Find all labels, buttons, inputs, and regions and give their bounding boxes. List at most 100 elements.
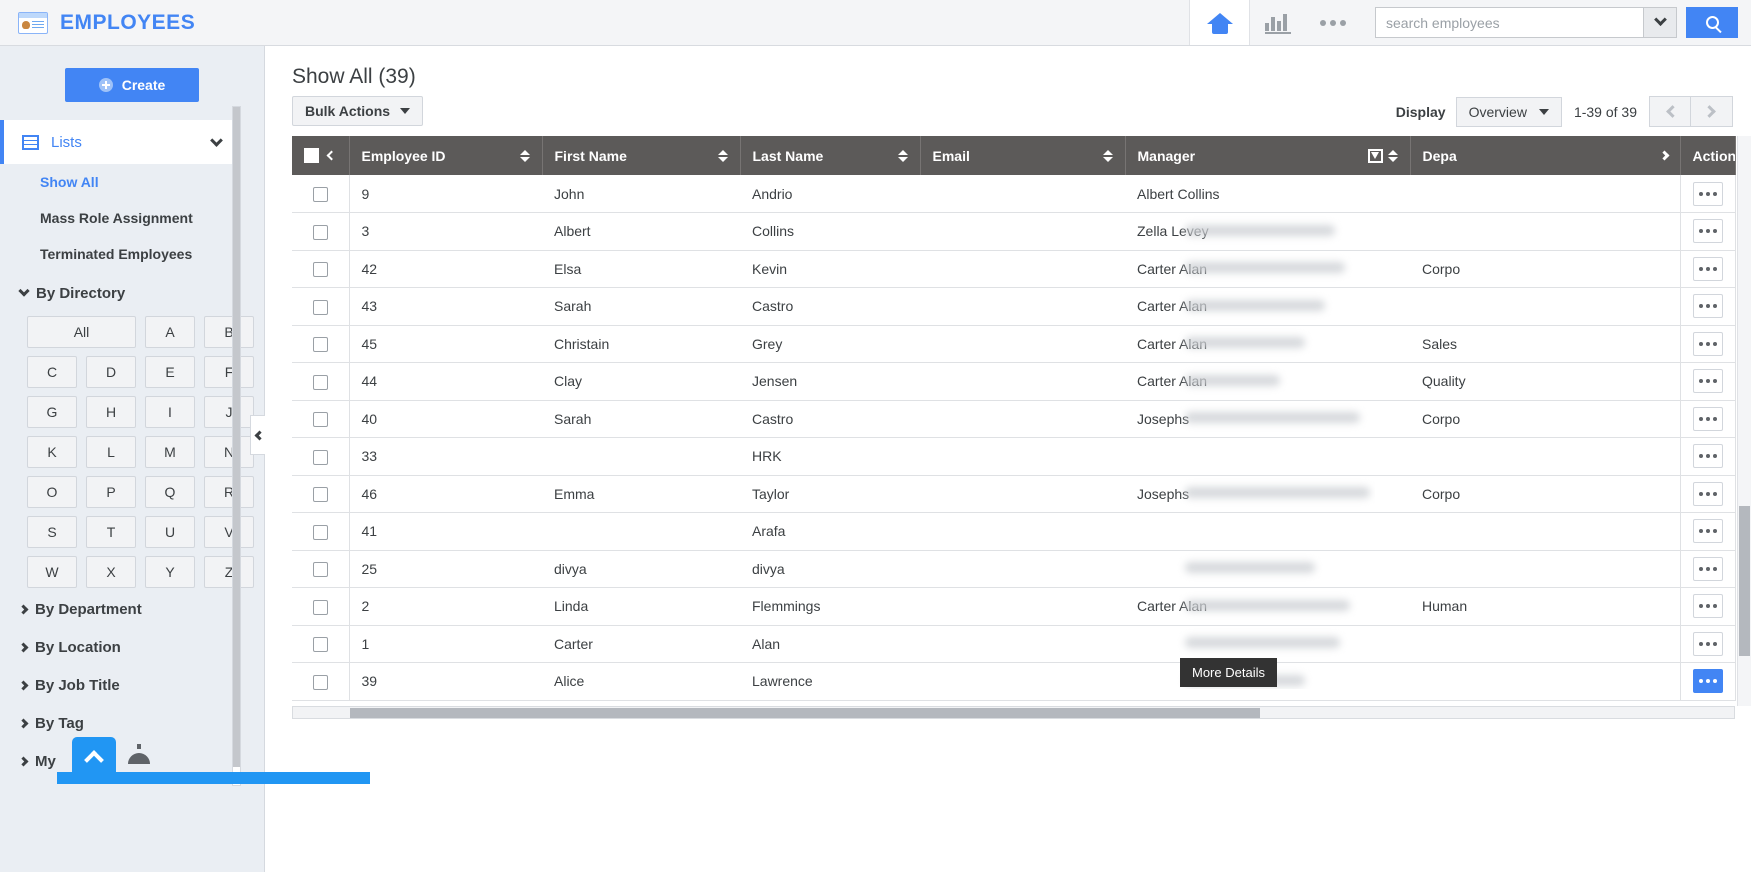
row-actions-cell[interactable] xyxy=(1679,475,1735,513)
filter-icon[interactable] xyxy=(1367,148,1383,163)
row-actions-button[interactable] xyxy=(1692,481,1723,506)
table-row[interactable]: 33 HRK xyxy=(292,437,1735,476)
row-actions-button[interactable] xyxy=(1692,556,1723,581)
row-actions-cell[interactable] xyxy=(1679,250,1735,288)
directory-letter-q[interactable]: Q xyxy=(145,476,195,508)
directory-letter-k[interactable]: K xyxy=(27,436,77,468)
sidebar-scrollbar[interactable] xyxy=(232,106,241,786)
row-actions-cell[interactable] xyxy=(1679,550,1735,588)
table-row[interactable]: 44 Clay Jensen Carter Alan Quality xyxy=(292,362,1735,401)
column-select-all[interactable] xyxy=(292,136,350,175)
table-row[interactable]: 9 John Andrio Albert Collins xyxy=(292,175,1735,213)
table-row[interactable]: 43 Sarah Castro Carter Alan xyxy=(292,287,1735,326)
sidebar-scrollbar-thumb[interactable] xyxy=(233,107,240,767)
chat-bubble-icon[interactable] xyxy=(128,742,150,764)
sidebar-group-by-directory[interactable]: By Directory xyxy=(0,276,264,310)
sort-icon[interactable] xyxy=(1102,149,1113,163)
directory-letter-j[interactable]: J xyxy=(204,396,254,428)
row-actions-button[interactable] xyxy=(1692,369,1723,394)
row-checkbox[interactable] xyxy=(312,412,328,428)
row-actions-button[interactable] xyxy=(1692,406,1723,431)
table-row[interactable]: 40 Sarah Castro Josephs Corpo xyxy=(292,400,1735,438)
column-header-last-name[interactable]: Last Name xyxy=(740,136,921,175)
column-header-department[interactable]: Depa xyxy=(1410,136,1681,175)
directory-letter-c[interactable]: C xyxy=(27,356,77,388)
row-actions-cell[interactable] xyxy=(1679,625,1735,663)
more-menu-button[interactable] xyxy=(1305,0,1361,45)
sidebar-section-lists[interactable]: Lists xyxy=(0,120,239,164)
home-button[interactable] xyxy=(1189,0,1249,45)
sidebar-group-by-location[interactable]: By Location xyxy=(0,630,264,664)
checkbox-icon[interactable] xyxy=(304,148,319,163)
row-select-cell[interactable] xyxy=(292,212,350,251)
directory-letter-i[interactable]: I xyxy=(145,396,195,428)
directory-letter-r[interactable]: R xyxy=(204,476,254,508)
directory-letter-x[interactable]: X xyxy=(86,556,136,588)
row-actions-button[interactable] xyxy=(1692,631,1723,656)
row-actions-button[interactable] xyxy=(1692,669,1723,694)
chevron-left-icon[interactable] xyxy=(326,150,337,161)
table-horizontal-scrollbar[interactable] xyxy=(292,706,1735,719)
directory-letter-t[interactable]: T xyxy=(86,516,136,548)
directory-letter-o[interactable]: O xyxy=(27,476,77,508)
reports-button[interactable] xyxy=(1249,0,1305,45)
row-select-cell[interactable] xyxy=(292,287,350,326)
column-header-first-name[interactable]: First Name xyxy=(542,136,741,175)
row-actions-cell[interactable] xyxy=(1679,212,1735,251)
row-select-cell[interactable] xyxy=(292,625,350,663)
search-scope-dropdown[interactable] xyxy=(1643,7,1677,38)
directory-letter-m[interactable]: M xyxy=(145,436,195,468)
row-actions-cell[interactable] xyxy=(1679,587,1735,626)
sidebar-item-show-all[interactable]: Show All xyxy=(0,164,264,200)
directory-letter-a[interactable]: A xyxy=(145,316,195,348)
row-actions-cell[interactable] xyxy=(1679,512,1735,551)
row-actions-cell[interactable] xyxy=(1679,662,1735,701)
row-actions-cell[interactable] xyxy=(1679,362,1735,401)
directory-letter-g[interactable]: G xyxy=(27,396,77,428)
row-select-cell[interactable] xyxy=(292,512,350,551)
row-select-cell[interactable] xyxy=(292,475,350,513)
directory-letter-y[interactable]: Y xyxy=(145,556,195,588)
table-row[interactable]: 3 Albert Collins Zella Levey xyxy=(292,212,1735,251)
directory-letter-z[interactable]: Z xyxy=(204,556,254,588)
row-actions-cell[interactable] xyxy=(1679,325,1735,363)
row-checkbox[interactable] xyxy=(312,449,328,465)
row-checkbox[interactable] xyxy=(312,186,328,202)
directory-letter-u[interactable]: U xyxy=(145,516,195,548)
row-checkbox[interactable] xyxy=(312,374,328,390)
table-row[interactable]: 41 Arafa xyxy=(292,512,1735,551)
row-checkbox[interactable] xyxy=(312,262,328,278)
row-checkbox[interactable] xyxy=(312,674,328,690)
directory-letter-s[interactable]: S xyxy=(27,516,77,548)
table-row[interactable]: 25 divya divya xyxy=(292,550,1735,588)
row-select-cell[interactable] xyxy=(292,400,350,438)
search-input[interactable] xyxy=(1375,7,1643,38)
row-select-cell[interactable] xyxy=(292,550,350,588)
pagination-prev-button[interactable] xyxy=(1649,96,1691,127)
sidebar-item-terminated-employees[interactable]: Terminated Employees xyxy=(0,236,264,272)
row-actions-cell[interactable] xyxy=(1679,287,1735,326)
sort-icon[interactable] xyxy=(717,149,728,163)
directory-letter-d[interactable]: D xyxy=(86,356,136,388)
row-checkbox[interactable] xyxy=(312,637,328,653)
row-checkbox[interactable] xyxy=(312,524,328,540)
directory-letter-w[interactable]: W xyxy=(27,556,77,588)
row-actions-button[interactable] xyxy=(1692,219,1723,244)
row-actions-button[interactable] xyxy=(1692,519,1723,544)
table-row[interactable]: 46 Emma Taylor Josephs Corpo xyxy=(292,475,1735,513)
row-checkbox[interactable] xyxy=(312,337,328,353)
directory-letter-all[interactable]: All xyxy=(27,316,136,348)
table-row[interactable]: 2 Linda Flemmings Carter Alan Human xyxy=(292,587,1735,626)
row-select-cell[interactable] xyxy=(292,175,350,213)
row-checkbox[interactable] xyxy=(312,224,328,240)
row-checkbox[interactable] xyxy=(312,487,328,503)
table-horizontal-scrollbar-thumb[interactable] xyxy=(350,708,1260,718)
row-checkbox[interactable] xyxy=(312,299,328,315)
pagination-next-button[interactable] xyxy=(1691,96,1733,127)
row-checkbox[interactable] xyxy=(312,562,328,578)
row-checkbox[interactable] xyxy=(312,599,328,615)
directory-letter-n[interactable]: N xyxy=(204,436,254,468)
row-actions-cell[interactable] xyxy=(1679,175,1735,213)
row-actions-button[interactable] xyxy=(1692,181,1723,206)
directory-letter-f[interactable]: F xyxy=(204,356,254,388)
